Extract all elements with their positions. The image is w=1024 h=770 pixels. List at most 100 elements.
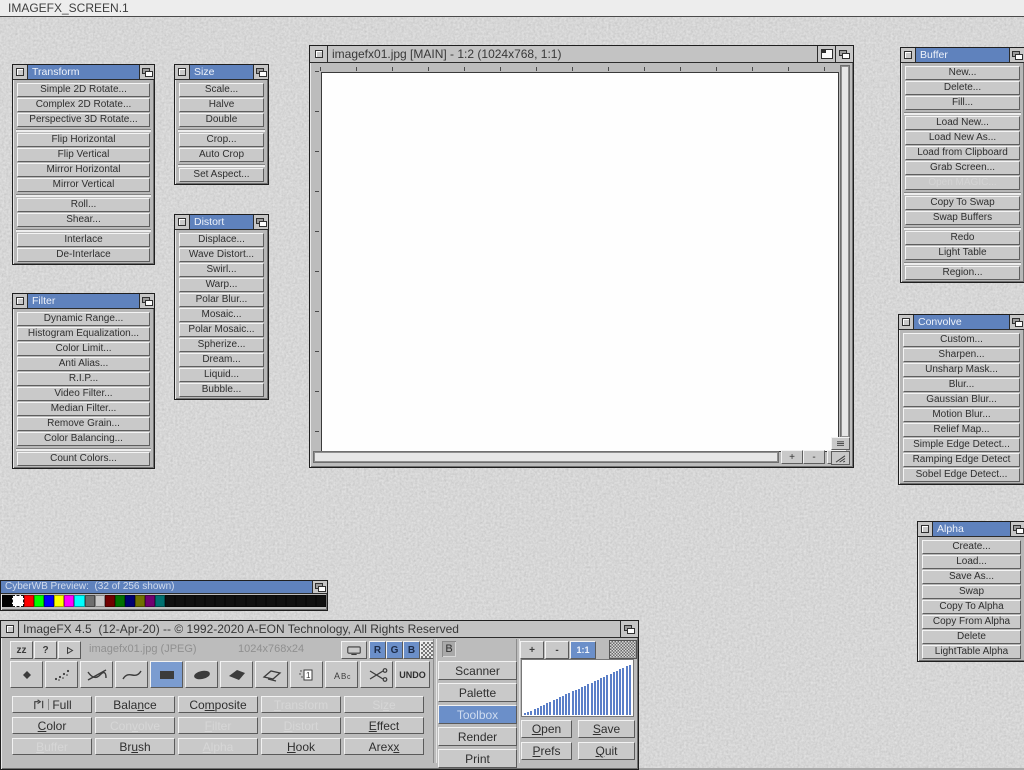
point-tool[interactable] — [10, 661, 43, 688]
palette-swatch-14[interactable] — [145, 595, 155, 607]
distort-wave-distort-button[interactable]: Wave Distort... — [179, 248, 264, 262]
palette-swatch-10[interactable] — [105, 595, 115, 607]
palette-swatch-1[interactable] — [12, 595, 24, 607]
buffer-redo-button[interactable]: Redo — [905, 231, 1020, 245]
filter-color-balancing-button[interactable]: Color Balancing... — [17, 432, 150, 446]
convolve-simple-edge-detect-button[interactable]: Simple Edge Detect... — [903, 438, 1020, 452]
depth-gadget-icon[interactable] — [139, 294, 154, 308]
transform-de-interlace-button[interactable]: De-Interlace — [17, 248, 150, 262]
resize-grip[interactable] — [831, 451, 850, 465]
filter-panel-titlebar[interactable]: Filter — [13, 294, 154, 309]
palette-swatch-25[interactable] — [256, 595, 266, 607]
alpha-swap-button[interactable]: Swap — [922, 585, 1021, 599]
convolve-sharpen-button[interactable]: Sharpen... — [903, 348, 1020, 362]
filter-dynamic-range-button[interactable]: Dynamic Range... — [17, 312, 150, 326]
close-icon[interactable] — [918, 522, 933, 536]
palette-swatch-8[interactable] — [85, 595, 95, 607]
size-panel-titlebar[interactable]: Size — [175, 65, 268, 80]
convolve-gaussian-blur-button[interactable]: Gaussian Blur... — [903, 393, 1020, 407]
scanner-button[interactable]: Scanner — [438, 661, 517, 680]
close-icon[interactable] — [899, 315, 914, 329]
filter-median-filter-button[interactable]: Median Filter... — [17, 402, 150, 416]
distort-swirl-button[interactable]: Swirl... — [179, 263, 264, 277]
distort-polar-mosaic-button[interactable]: Polar Mosaic... — [179, 323, 264, 337]
palette-swatch-4[interactable] — [44, 595, 54, 607]
save-button[interactable]: Save — [578, 720, 635, 738]
palette-swatch-18[interactable] — [185, 595, 195, 607]
buffer-new-button[interactable]: New... — [905, 66, 1020, 80]
transform-flip-vertical-button[interactable]: Flip Vertical — [17, 148, 150, 162]
help-button[interactable]: ? — [34, 641, 57, 659]
buffer-region-button[interactable]: Region... — [905, 266, 1020, 280]
palette-swatch-16[interactable] — [165, 595, 175, 607]
alpha-delete-button[interactable]: Delete — [922, 630, 1021, 644]
prefs-button[interactable]: Prefs — [521, 742, 572, 760]
transform-mirror-vertical-button[interactable]: Mirror Vertical — [17, 178, 150, 192]
buffer-load-new-button[interactable]: Load New... — [905, 116, 1020, 130]
render-button[interactable]: Render — [438, 727, 517, 746]
convolve-panel-titlebar[interactable]: Convolve — [899, 315, 1024, 330]
scroll-options-button[interactable] — [831, 437, 850, 450]
palette-swatch-19[interactable] — [195, 595, 205, 607]
zoom-ratio-button[interactable]: 1:1 — [570, 641, 596, 659]
palette-button[interactable]: Palette — [438, 683, 517, 702]
palette-swatch-15[interactable] — [155, 595, 165, 607]
undo-button[interactable]: UNDO — [395, 661, 430, 688]
palette-swatch-21[interactable] — [215, 595, 225, 607]
palette-swatch-26[interactable] — [266, 595, 276, 607]
text-tool[interactable]: ABc — [325, 661, 358, 688]
transform-shear-button[interactable]: Shear... — [17, 213, 150, 227]
curve-tool[interactable] — [115, 661, 148, 688]
convolve-unsharp-mask-button[interactable]: Unsharp Mask... — [903, 363, 1020, 377]
vertical-scrollbar[interactable] — [840, 65, 850, 438]
brush-page-tool[interactable]: 1 — [290, 661, 323, 688]
palette-swatch-5[interactable] — [54, 595, 64, 607]
palette-swatch-30[interactable] — [306, 595, 316, 607]
distort-mosaic-button[interactable]: Mosaic... — [179, 308, 264, 322]
toolbox-button[interactable]: Toolbox — [438, 705, 517, 724]
convolve-ramping-edge-detect-button[interactable]: Ramping Edge Detect — [903, 453, 1020, 467]
close-icon[interactable] — [13, 294, 28, 308]
palette-swatch-31[interactable] — [316, 595, 326, 607]
size-halve-button[interactable]: Halve — [179, 98, 264, 112]
filter-video-filter-button[interactable]: Video Filter... — [17, 387, 150, 401]
zoom-in-button[interactable]: + — [520, 641, 544, 659]
palette-swatch-12[interactable] — [125, 595, 135, 607]
buffer-fill-button[interactable]: Fill... — [905, 96, 1020, 110]
alpha-channel-button[interactable] — [420, 641, 434, 659]
depth-gadget-icon[interactable] — [620, 621, 638, 637]
convolve-relief-map-button[interactable]: Relief Map... — [903, 423, 1020, 437]
palette-swatch-28[interactable] — [286, 595, 296, 607]
size-scale-button[interactable]: Scale... — [179, 83, 264, 97]
buffer-copy-to-swap-button[interactable]: Copy To Swap — [905, 196, 1020, 210]
buffer-light-table-button[interactable]: Light Table — [905, 246, 1020, 260]
convolve-custom-button[interactable]: Custom... — [903, 333, 1020, 347]
image-window-titlebar[interactable]: imagefx01.jpg [MAIN] - 1:2 (1024x768, 1:… — [310, 46, 853, 63]
palette-swatch-9[interactable] — [95, 595, 105, 607]
transform-mirror-horizontal-button[interactable]: Mirror Horizontal — [17, 163, 150, 177]
palette-swatch-23[interactable] — [235, 595, 245, 607]
close-icon[interactable] — [13, 65, 28, 79]
transform-flip-horizontal-button[interactable]: Flip Horizontal — [17, 133, 150, 147]
close-icon[interactable] — [901, 48, 916, 62]
palette-swatch-3[interactable] — [34, 595, 44, 607]
filter-r-i-p-button[interactable]: R.I.P... — [17, 372, 150, 386]
palette-swatch-6[interactable] — [64, 595, 74, 607]
image-canvas[interactable] — [321, 72, 839, 452]
screen-mode-button[interactable] — [341, 641, 367, 659]
open-button[interactable]: Open — [521, 720, 572, 738]
convolve-sobel-edge-detect-button[interactable]: Sobel Edge Detect... — [903, 468, 1020, 482]
depth-gadget-icon[interactable] — [312, 581, 327, 593]
buffer-load-new-as-button[interactable]: Load New As... — [905, 131, 1020, 145]
filter-color-limit-button[interactable]: Color Limit... — [17, 342, 150, 356]
blue-channel-button[interactable]: B — [403, 641, 420, 659]
palette-swatch-2[interactable] — [24, 595, 34, 607]
alpha-copy-to-alpha-button[interactable]: Copy To Alpha — [922, 600, 1021, 614]
size-double-button[interactable]: Double — [179, 113, 264, 127]
convolve-motion-blur-button[interactable]: Motion Blur... — [903, 408, 1020, 422]
palette-swatch-22[interactable] — [225, 595, 235, 607]
zoom-in-button[interactable]: + — [781, 450, 803, 464]
buffer-grab-screen-button[interactable]: Grab Screen... — [905, 161, 1020, 175]
transform-roll-button[interactable]: Roll... — [17, 198, 150, 212]
zoom-out-button[interactable]: - — [545, 641, 569, 659]
